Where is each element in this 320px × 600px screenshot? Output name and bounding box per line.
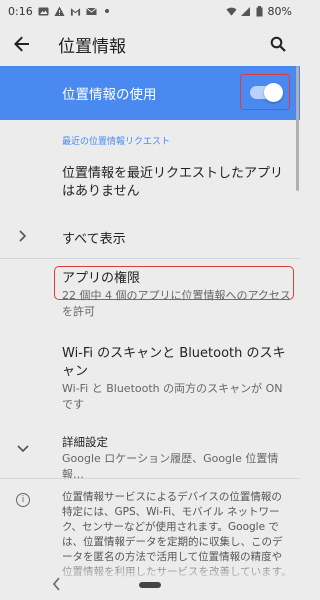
- app-permission-text: アプリの権限 22 個中 4 個のアプリに位置情報へのアクセスを許可: [62, 270, 294, 320]
- advanced-title: 詳細設定: [62, 435, 108, 449]
- warning-icon: [54, 6, 65, 17]
- wifi-bluetooth-scan-summary: Wi-Fi と Bluetooth の両方のスキャンが ON です: [62, 382, 283, 411]
- search-icon: [270, 36, 286, 52]
- advanced-row[interactable]: 詳細設定 Google ロケーション履歴、Google 位置情報…: [62, 433, 294, 483]
- search-button[interactable]: [256, 22, 300, 66]
- signal-icon: [240, 6, 251, 17]
- navigation-bar: [0, 570, 300, 600]
- toggle-thumb: [264, 82, 283, 102]
- divider: [0, 478, 300, 479]
- divider: [0, 258, 300, 259]
- back-button[interactable]: [0, 22, 44, 66]
- see-all-row[interactable]: すべて表示: [0, 222, 300, 252]
- image-notification-icon: [38, 6, 49, 17]
- info-icon: i: [16, 493, 30, 507]
- nav-home-pill[interactable]: [139, 582, 161, 588]
- nav-back-button[interactable]: [52, 576, 61, 595]
- chevron-down-icon: [17, 442, 29, 458]
- recent-requests-header: 最近の位置情報リクエスト: [62, 137, 171, 147]
- recent-empty-text: 位置情報を最近リクエストしたアプリはありません: [62, 166, 284, 199]
- status-bar: 0:16 80%: [0, 0, 300, 22]
- mail-icon: [85, 6, 97, 17]
- notification-dot-icon: [102, 6, 113, 17]
- nav-back-icon: [52, 576, 60, 591]
- page-title: 位置情報: [58, 36, 126, 57]
- chevron-right-icon: [18, 228, 28, 246]
- recent-requests-empty: 位置情報を最近リクエストしたアプリはありません: [62, 165, 294, 201]
- use-location-label: 位置情報の使用: [62, 87, 157, 103]
- arrow-back-icon: [14, 36, 29, 52]
- use-location-toggle[interactable]: [240, 74, 290, 110]
- see-all-label: すべて表示: [62, 231, 126, 247]
- app-permission-summary: 22 個中 4 個のアプリに位置情報へのアクセスを許可: [62, 289, 291, 318]
- battery-icon: [254, 5, 265, 17]
- battery-percent: 80%: [267, 4, 292, 18]
- use-location-row[interactable]: 位置情報の使用: [0, 66, 300, 120]
- scrollbar[interactable]: [296, 66, 299, 191]
- app-permission-title: アプリの権限: [62, 271, 141, 286]
- wifi-icon: [226, 6, 237, 17]
- app-bar: 位置情報: [0, 22, 300, 66]
- gmail-icon: [70, 6, 81, 17]
- toggle-track: [250, 82, 283, 102]
- wifi-bluetooth-scan-row[interactable]: Wi-Fi のスキャンと Bluetooth のスキャン Wi-Fi と Blu…: [62, 345, 294, 413]
- wifi-bluetooth-scan-title: Wi-Fi のスキャンと Bluetooth のスキャン: [62, 346, 286, 379]
- status-time: 0:16: [8, 4, 33, 18]
